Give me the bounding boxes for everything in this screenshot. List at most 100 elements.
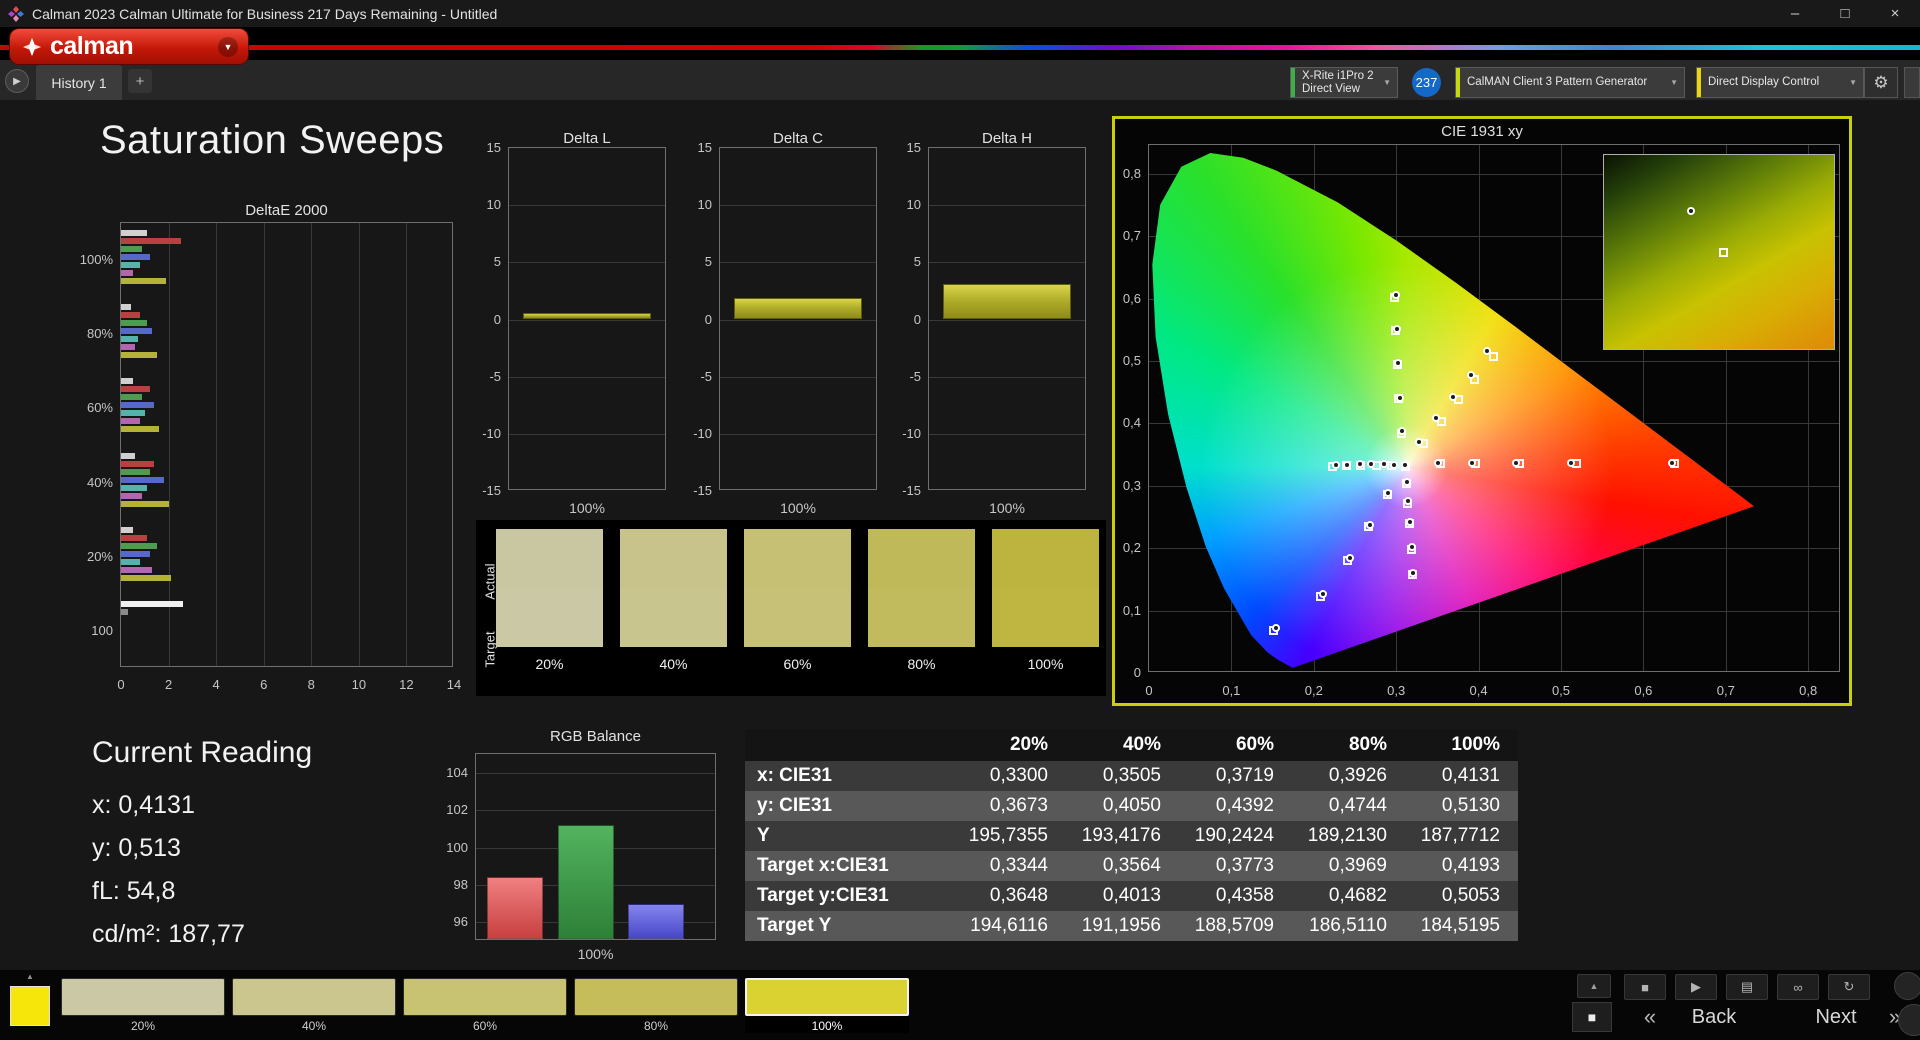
chart-title: Delta H [928,130,1086,147]
header-bar [0,27,1920,60]
cie-measurement-marker [1567,459,1575,467]
cie-measurement-marker [1332,461,1340,469]
meter-dropdown[interactable]: X-Rite i1Pro 2 Direct View ▼ [1290,67,1398,98]
y-tick-label: -15 [891,482,921,500]
cie-measurement-marker [1512,459,1520,467]
chart-title: RGB Balance [475,728,716,745]
swatch-label: 100% [992,656,1099,672]
y-tick-label: -5 [891,368,921,386]
y-tick-label: 104 [438,764,468,782]
gridline [216,223,217,666]
link-button[interactable]: ∞ [1777,974,1819,1000]
cie-measurement-marker [1406,518,1414,526]
deltae-bar [121,609,128,615]
toolbar-overflow-button[interactable] [1904,67,1920,98]
stop-button[interactable]: ■ [1624,974,1666,1000]
gridline [929,377,1085,378]
tab-history-1[interactable]: History 1 [36,65,122,100]
y-tick-label: 0,2 [1111,539,1141,557]
minimize-button[interactable]: – [1770,0,1820,27]
x-axis-label: 100% [475,946,716,962]
pattern-generator-dropdown[interactable]: CalMAN Client 3 Pattern Generator ▼ [1455,67,1685,98]
gridline [509,434,665,435]
table-header-cell: 60% [1179,729,1292,761]
pattern-level-button[interactable]: 20% [61,978,225,1033]
deltae-bar [121,493,142,499]
meter-name: X-Rite i1Pro 2 [1302,70,1374,83]
deltae-bar [121,559,140,565]
pattern-level-button[interactable]: 60% [403,978,567,1033]
y-tick-label: -15 [471,482,501,500]
pattern-level-button[interactable]: 40% [232,978,396,1033]
cie-inset-measurement-marker [1687,207,1695,215]
deltae-bar [121,352,157,358]
gridline [509,377,665,378]
deltae-bar [121,543,157,549]
y-tick-label: 40% [63,474,113,492]
cie-measurement-marker [1272,624,1280,632]
deltae-bar [121,312,140,318]
cie-measurement-marker [1367,460,1375,468]
row-label-cell: x: CIE31 [745,761,953,791]
x-tick-label: 0,1 [1211,682,1251,700]
row-label-cell: Target Y [745,911,953,941]
close-button[interactable]: × [1870,0,1920,27]
y-tick-label: 0,6 [1111,290,1141,308]
value-cell: 0,5053 [1405,881,1518,911]
deltae-bar [121,402,154,408]
chart-title: Delta L [508,130,666,147]
pattern-swatch [745,978,909,1016]
back-button[interactable]: Back [1666,1002,1762,1032]
gridline [929,434,1085,435]
value-cell: 0,4358 [1179,881,1292,911]
add-tab-button[interactable]: + [128,69,152,93]
settings-gear-button[interactable]: ⚙ [1864,67,1898,98]
chart-title: CIE 1931 xy [1115,123,1849,140]
gridline [929,320,1085,321]
x-tick-label: 2 [149,676,189,694]
chevron-left-icon[interactable]: « [1636,1002,1664,1032]
layout-square-button[interactable]: ■ [1572,1002,1612,1032]
deltae-bar [121,469,150,475]
swatch-label: 20% [496,656,603,672]
y-tick-label: 10 [682,196,712,214]
value-cell: 0,3969 [1292,851,1405,881]
save-button[interactable]: ▤ [1726,974,1768,1000]
x-tick-label: 0 [101,676,141,694]
calman-logo-menu[interactable]: calman ▼ [10,29,248,64]
pattern-swatch [232,978,396,1016]
y-tick-label: 0 [682,311,712,329]
value-cell: 184,5195 [1405,911,1518,941]
collapse-chevron-icon[interactable]: ▲ [14,970,46,983]
deltae-bar [121,477,164,483]
value-cell: 0,3926 [1292,761,1405,791]
tab-scroll-button[interactable]: ▶ [5,69,29,93]
pattern-level-button[interactable]: 80% [574,978,738,1033]
calman-logo-icon [22,37,42,57]
y-tick-label: 0 [471,311,501,329]
x-tick-label: 0 [1129,682,1169,700]
value-cell: 0,3505 [1066,761,1179,791]
chevron-down-icon[interactable]: ▼ [218,37,238,57]
play-button[interactable]: ▶ [1675,974,1717,1000]
deltae-bar [121,378,133,384]
next-button[interactable]: Next [1792,1002,1880,1032]
x-tick-label: 4 [196,676,236,694]
delta-bar [943,284,1071,319]
circle-button-top[interactable] [1894,972,1920,1000]
deltae-bar [121,270,133,276]
chevron-up-button[interactable]: ▲ [1577,974,1611,998]
deltae-bar [121,262,140,268]
pattern-level-button[interactable]: 100% [745,978,909,1033]
actual-swatch [992,529,1099,588]
table-corner-cell [745,729,953,761]
y-tick-label: 0,5 [1111,352,1141,370]
bottom-bar: ▲ 20%40%60%80%100% ▲ ■ ▶ ▤ ∞ ↻ ■ « Back Next… [0,970,1920,1040]
x-tick-label: 0,8 [1788,682,1828,700]
value-cell: 188,5709 [1179,911,1292,941]
display-control-dropdown[interactable]: Direct Display Control ▼ [1696,67,1864,98]
maximize-button[interactable]: □ [1820,0,1870,27]
refresh-button[interactable]: ↻ [1828,974,1870,1000]
measurement-count-badge[interactable]: 237 [1412,68,1441,97]
gridline [929,262,1085,263]
